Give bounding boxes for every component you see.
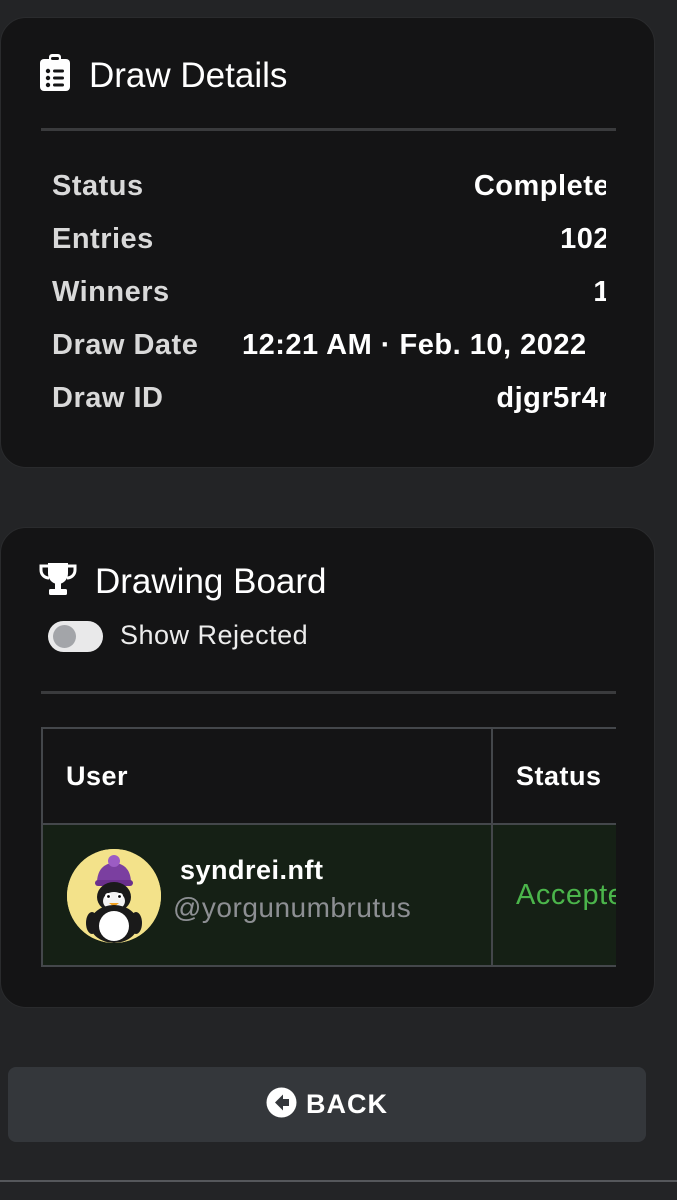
detail-row-draw-date: Draw Date 12:21 AM · Feb. 10, 2022 — [52, 329, 606, 369]
drawing-board-table: User Status syndrei.nft @yorgunumbrutus … — [41, 727, 616, 967]
back-button[interactable]: BACK — [8, 1067, 646, 1142]
detail-row-status: Status Complete — [52, 170, 606, 210]
column-header-user: User — [41, 727, 493, 825]
table-header-row: User Status — [41, 727, 616, 825]
detail-value: 12:21 AM · Feb. 10, 2022 — [242, 329, 587, 361]
detail-label: Entries — [52, 223, 154, 255]
user-name[interactable]: syndrei.nft — [180, 855, 324, 886]
detail-value: Complete — [473, 170, 606, 202]
back-button-label: BACK — [306, 1089, 388, 1119]
drawing-board-header: Drawing Board — [39, 561, 327, 602]
detail-label: Draw ID — [52, 382, 164, 414]
bottom-divider — [0, 1180, 677, 1182]
arrow-circle-left-icon — [266, 1087, 297, 1123]
detail-label: Draw Date — [52, 329, 199, 361]
detail-row-entries: Entries 102 — [52, 223, 606, 263]
detail-value: djgr5r4r — [496, 382, 606, 414]
penguin-avatar[interactable] — [67, 849, 161, 943]
entry-status: Accepted — [491, 823, 616, 967]
detail-row-winners: Winners 1 — [52, 276, 606, 316]
divider — [41, 691, 616, 694]
draw-details-header: Draw Details — [39, 54, 287, 97]
show-rejected-toggle[interactable] — [48, 621, 103, 652]
show-rejected-label[interactable]: Show Rejected — [120, 620, 308, 651]
detail-label: Status — [52, 170, 144, 202]
user-cell: syndrei.nft @yorgunumbrutus — [41, 823, 493, 967]
drawing-board-title: Drawing Board — [95, 561, 327, 601]
divider — [41, 128, 616, 131]
trophy-icon — [39, 561, 77, 602]
column-header-status: Status — [491, 727, 616, 825]
table-row: syndrei.nft @yorgunumbrutus Accepted — [41, 823, 616, 967]
draw-details-title: Draw Details — [89, 55, 288, 95]
clipboard-list-icon — [39, 54, 71, 97]
toggle-knob — [53, 625, 76, 648]
detail-value: 1 — [593, 276, 606, 309]
detail-row-draw-id: Draw ID djgr5r4r — [52, 382, 606, 422]
user-handle[interactable]: @yorgunumbrutus — [173, 892, 411, 924]
draw-details-card: Draw Details Status Complete Entries 102… — [0, 17, 655, 468]
drawing-board-card: Drawing Board Show Rejected User Status — [0, 527, 655, 1008]
detail-value: 102 — [560, 223, 606, 255]
detail-label: Winners — [52, 276, 170, 308]
